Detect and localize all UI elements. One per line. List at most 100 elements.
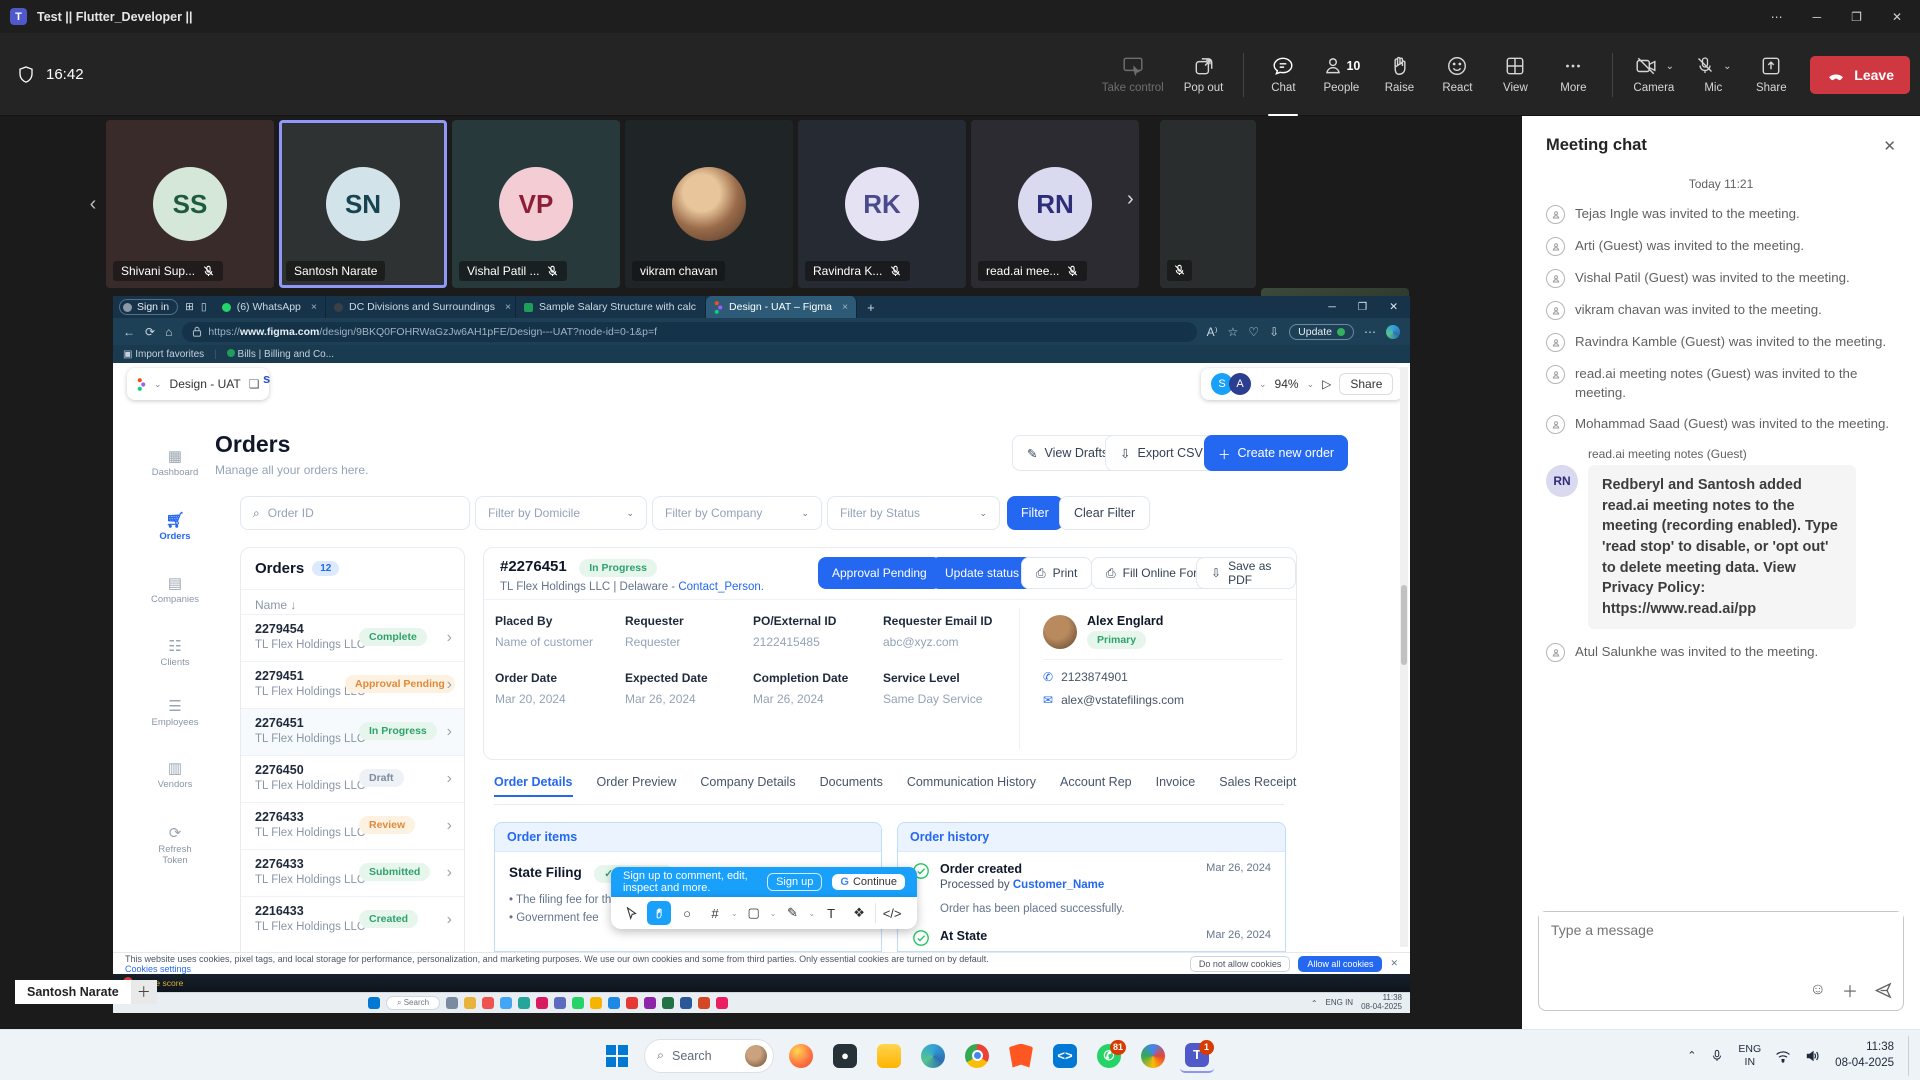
update-status-button[interactable]: Update status (931, 557, 1033, 589)
teams-icon[interactable]: T1 (1180, 1039, 1214, 1073)
pop-out-button[interactable]: Pop out (1184, 33, 1224, 116)
lasso-tool-icon[interactable]: ○ (675, 901, 699, 925)
view-button[interactable]: View (1496, 33, 1534, 116)
browser-close-icon[interactable]: ✕ (1389, 301, 1398, 313)
text-tool-icon[interactable]: T (819, 901, 843, 925)
move-tool-icon[interactable] (619, 901, 643, 925)
collaborators-chevron-icon[interactable]: ⌄ (1259, 379, 1267, 390)
zoom-chevron-icon[interactable]: ⌄ (1307, 379, 1315, 390)
video-tile[interactable]: SS Shivani Sup... (106, 120, 274, 288)
tab-close-icon[interactable]: × (311, 301, 317, 313)
close-button[interactable]: ✕ (1892, 10, 1902, 24)
browser-tab-active[interactable]: Design - UAT – Figma× (706, 296, 857, 318)
order-row[interactable]: 2276433TL Flex Holdings LLCSubmitted› (241, 849, 464, 896)
order-row[interactable]: 2216433TL Flex Holdings LLCCreated› (241, 896, 464, 943)
print-button[interactable]: ⎙Print (1021, 557, 1092, 589)
browser-signin-button[interactable]: Sign in (119, 299, 178, 315)
sidebar-item-refresh-token[interactable]: ⟳Refresh Token (147, 826, 203, 866)
whatsapp-icon[interactable]: ✆81 (1092, 1039, 1126, 1073)
home-icon[interactable]: ⌂ (165, 325, 172, 339)
sidebar-item-companies[interactable]: ▤Companies (147, 576, 203, 605)
order-row[interactable]: 2276450TL Flex Holdings LLCDraft› (241, 755, 464, 802)
figma-menu-chevron-icon[interactable]: ⌄ (154, 379, 162, 390)
tray-mic-icon[interactable] (1710, 1048, 1724, 1064)
browser-maximize-icon[interactable]: ❐ (1358, 301, 1367, 313)
pages-panel-icon[interactable]: ❏ (249, 377, 260, 391)
brave-icon[interactable] (1004, 1039, 1038, 1073)
clear-filter-button[interactable]: Clear Filter (1059, 496, 1150, 530)
cookie-close-icon[interactable]: ✕ (1390, 958, 1398, 969)
browser-menu-icon[interactable]: ⋯ (1364, 325, 1376, 339)
chat-message-list[interactable]: Today 11:21 Tejas Ingle was invited to t… (1522, 163, 1920, 901)
presenter-search[interactable]: ⌕ Search (386, 996, 440, 1010)
browser-essentials-icon[interactable]: ♡ (1248, 325, 1259, 339)
sidebar-item-clients[interactable]: ☷Clients (147, 639, 203, 668)
figma-file-name[interactable]: Design - UAT (170, 377, 241, 391)
emoji-icon[interactable]: ☺ (1810, 981, 1826, 999)
zoom-level[interactable]: 94% (1275, 377, 1299, 391)
leave-button[interactable]: Leave (1810, 56, 1910, 94)
figma-share-button[interactable]: Share (1339, 373, 1393, 395)
minimize-button[interactable]: ─ (1813, 10, 1822, 24)
filter-status-select[interactable]: Filter by Status⌄ (827, 496, 1000, 530)
tab-close-icon[interactable]: × (842, 301, 848, 313)
contact-person-link[interactable]: Contact_Person. (678, 581, 764, 593)
component-tool-icon[interactable]: ❖ (847, 901, 871, 925)
order-row[interactable]: 2276433TL Flex Holdings LLCReview› (241, 802, 464, 849)
browser-tab[interactable]: Sample Salary Structure with calc× (516, 296, 706, 318)
vscode-icon[interactable]: <> (1048, 1039, 1082, 1073)
tab-company-details[interactable]: Company Details (700, 775, 795, 797)
more-button[interactable]: More (1554, 33, 1592, 116)
edge-icon[interactable] (916, 1039, 950, 1073)
approval-pending-button[interactable]: Approval Pending (818, 557, 941, 589)
google-continue-button[interactable]: GContinue (832, 874, 905, 890)
browser-tab[interactable]: DC Divisions and Surroundings× (326, 296, 516, 318)
cookie-settings-link[interactable]: Cookies settings (125, 964, 191, 974)
bills-favorite-link[interactable]: Bills | Billing and Co... (227, 349, 334, 360)
taskbar-search[interactable]: ⌕ Search (644, 1039, 774, 1073)
show-desktop-button[interactable] (1908, 1036, 1912, 1076)
language-indicator[interactable]: ENGIN (1738, 1043, 1761, 1067)
create-new-order-button[interactable]: ＋Create new order (1204, 435, 1348, 471)
tab-actions-icon[interactable]: ▯ (201, 301, 207, 313)
wifi-icon[interactable] (1775, 1049, 1791, 1063)
camera-button[interactable]: ⌄ Camera (1633, 33, 1674, 116)
raise-button[interactable]: Raise (1380, 33, 1418, 116)
video-tile[interactable]: RN read.ai mee... (971, 120, 1139, 288)
reload-icon[interactable]: ⟳ (145, 325, 155, 339)
video-tile[interactable] (1160, 120, 1256, 288)
video-tile-active-speaker[interactable]: SN Santosh Narate (279, 120, 447, 288)
firefox-icon[interactable] (784, 1039, 818, 1073)
share-button[interactable]: Share (1752, 33, 1790, 116)
titlebar-more-icon[interactable]: ⋯ (1771, 10, 1783, 24)
send-icon[interactable] (1874, 981, 1893, 1000)
filter-button[interactable]: Filter (1007, 496, 1063, 530)
tab-documents[interactable]: Documents (820, 775, 883, 797)
address-bar[interactable]: https://www.figma.com/design/9BKQ0FOHRWa… (182, 322, 1196, 342)
volume-icon[interactable] (1805, 1049, 1821, 1063)
customer-name-link[interactable]: Customer_Name (1013, 879, 1104, 891)
update-browser-button[interactable]: Update (1289, 324, 1354, 340)
read-aloud-icon[interactable]: A⁾ (1207, 325, 1218, 339)
browser-tab[interactable]: (6) WhatsApp× (214, 296, 326, 318)
tiles-prev-icon[interactable]: ‹ (85, 120, 101, 288)
figma-scrollbar[interactable] (1400, 367, 1408, 947)
tab-sales-receipt[interactable]: Sales Receipt (1219, 775, 1296, 797)
order-row[interactable]: 2279454TL Flex Holdings LLCComplete› (241, 614, 464, 661)
frame-tool-icon[interactable]: # (703, 901, 727, 925)
sidebar-item-orders[interactable]: 🛒︎Orders (147, 513, 203, 542)
mic-chevron-icon[interactable]: ⌄ (1723, 61, 1731, 72)
chat-message[interactable]: RN Redberyl and Santosh added read.ai me… (1546, 465, 1896, 629)
shape-tool-icon[interactable]: ▢ (742, 901, 766, 925)
react-button[interactable]: React (1438, 33, 1476, 116)
start-button[interactable] (600, 1039, 634, 1073)
save-as-pdf-button[interactable]: ⇩Save as PDF (1196, 557, 1296, 589)
tab-account-rep[interactable]: Account Rep (1060, 775, 1132, 797)
tiles-next-icon[interactable]: › (1127, 188, 1134, 211)
export-csv-button[interactable]: ⇩Export CSV (1105, 435, 1218, 471)
allow-cookies-button[interactable]: Allow all cookies (1298, 956, 1382, 972)
order-row-selected[interactable]: 2276451TL Flex Holdings LLCIn Progress› (241, 708, 464, 755)
tab-order-preview[interactable]: Order Preview (597, 775, 677, 797)
sidebar-item-employees[interactable]: ☰Employees (147, 699, 203, 728)
file-explorer-icon[interactable] (872, 1039, 906, 1073)
